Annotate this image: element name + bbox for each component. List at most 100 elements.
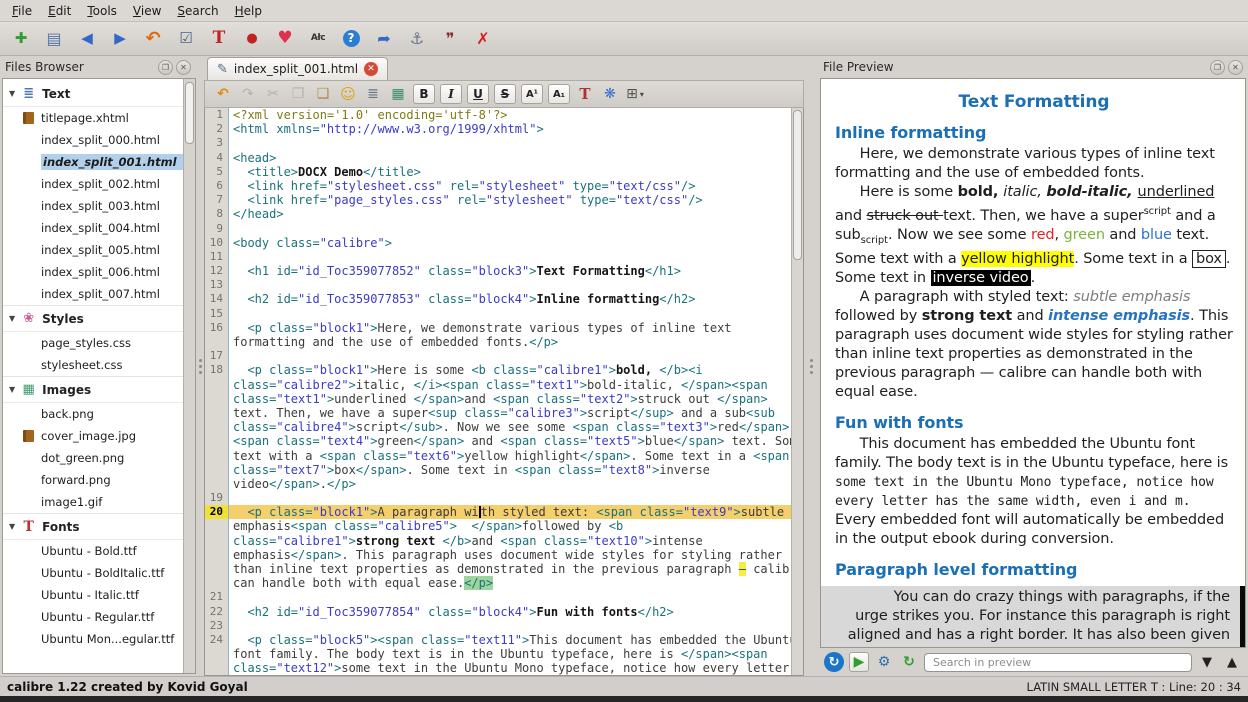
file-item[interactable]: Ubuntu - Bold.ttf [3, 540, 183, 562]
file-preview-close-button[interactable]: ✕ [1228, 60, 1243, 75]
code-row[interactable]: 10<body class="calibre"> [205, 236, 791, 250]
files-tree-scrollbar-thumb[interactable] [185, 82, 194, 144]
insert-table-button[interactable]: ⊞▾ [625, 84, 645, 104]
donate-button[interactable]: ♥ [272, 26, 298, 52]
code-row[interactable]: 12 <h1 id="id_Toc359077852" class="block… [205, 264, 791, 278]
menu-item-view[interactable]: View [125, 1, 169, 21]
file-item[interactable]: image1.gif [3, 491, 183, 513]
files-tree-scrollbar[interactable] [183, 79, 195, 673]
code-row[interactable]: 15 [205, 307, 791, 321]
underline-button[interactable]: U [467, 84, 489, 104]
quotes-button[interactable]: ❞ [437, 26, 463, 52]
refresh-icon[interactable]: ↻ [899, 652, 919, 672]
menu-item-file[interactable]: File [4, 1, 40, 21]
embed-fonts-button[interactable]: T [206, 26, 232, 52]
code-row[interactable]: video</span>.</p> [205, 477, 791, 491]
left-splitter[interactable] [196, 56, 204, 676]
code-row[interactable]: class="text7">box</span>. Some text in <… [205, 463, 791, 477]
code-row[interactable]: 21 [205, 590, 791, 604]
code-row[interactable]: 11 [205, 250, 791, 264]
code-row[interactable]: 5 <title>DOCX Demo</title> [205, 165, 791, 179]
preview-search-input[interactable] [924, 653, 1192, 672]
insert-image-button[interactable]: ▦ [388, 84, 408, 104]
forward-button[interactable]: ▶ [107, 26, 133, 52]
file-preview-float-button[interactable]: ❐ [1210, 60, 1225, 75]
code-row[interactable]: class="calibre2">italic, </i><span class… [205, 378, 791, 392]
file-item[interactable]: index_split_001.html [3, 151, 183, 173]
file-item[interactable]: cover_image.jpg [3, 425, 183, 447]
redo-button[interactable]: ↷ [238, 84, 258, 104]
code-row[interactable]: 2<html xmlns="http://www.w3.org/1999/xht… [205, 122, 791, 136]
menu-item-edit[interactable]: Edit [40, 1, 79, 21]
files-section-header-fonts[interactable]: ▼TFonts [3, 514, 183, 540]
chevron-down-icon[interactable]: ▾ [640, 90, 644, 99]
file-item[interactable]: forward.png [3, 469, 183, 491]
subscript-button[interactable]: A₁ [548, 84, 570, 104]
undo-button[interactable]: ↶ [213, 84, 233, 104]
editor-scrollbar-thumb[interactable] [793, 110, 802, 260]
code-row[interactable]: emphasis</span>. This paragraph uses doc… [205, 548, 791, 562]
code-row[interactable]: emphasis<span class="calibre5"> </span>f… [205, 519, 791, 533]
file-item[interactable]: index_split_006.html [3, 261, 183, 283]
files-browser-float-button[interactable]: ❐ [158, 60, 173, 75]
code-row[interactable]: font family. The body text is in the Ubu… [205, 647, 791, 661]
code-row[interactable]: 3 [205, 136, 791, 150]
anchor-button[interactable]: ⚓ [404, 26, 430, 52]
file-item[interactable]: index_split_007.html [3, 283, 183, 305]
code-row[interactable]: 22 <h2 id="id_Toc359077854" class="block… [205, 605, 791, 619]
code-row[interactable]: class="calibre4">script</sub>. Now we se… [205, 420, 791, 434]
editor-scrollbar[interactable] [791, 108, 803, 675]
strikethrough-button[interactable]: S [494, 84, 516, 104]
file-item[interactable]: back.png [3, 403, 183, 425]
italic-button[interactable]: I [440, 84, 462, 104]
code-row[interactable]: 23 [205, 619, 791, 633]
help-button[interactable]: ? [338, 26, 364, 52]
code-row[interactable]: text. Then, we have a super<sup class="c… [205, 406, 791, 420]
insert-special-button[interactable]: ❋ [600, 84, 620, 104]
file-item[interactable]: index_split_003.html [3, 195, 183, 217]
files-browser-close-button[interactable]: ✕ [176, 60, 191, 75]
code-row[interactable]: 18 <p class="block1">Here is some <b cla… [205, 363, 791, 377]
code-row[interactable]: 9 [205, 222, 791, 236]
code-row[interactable]: 4<head> [205, 151, 791, 165]
menu-item-tools[interactable]: Tools [79, 1, 125, 21]
auto-reload-icon[interactable]: ↻ [824, 652, 844, 672]
code-row[interactable]: class="text1">underlined </span>and <spa… [205, 392, 791, 406]
code-row[interactable]: 20 <p class="block1">A paragraph with st… [205, 505, 791, 519]
editor-tab-close-button[interactable]: ✕ [364, 62, 378, 76]
cut-button[interactable]: ✂ [263, 84, 283, 104]
find-next-icon[interactable]: ▼ [1197, 652, 1217, 672]
code-row[interactable]: 19 [205, 491, 791, 505]
code-row[interactable]: can handle both with equal ease.</p> [205, 576, 791, 590]
file-item[interactable]: Ubuntu - BoldItalic.ttf [3, 562, 183, 584]
code-row[interactable]: 13 [205, 278, 791, 292]
file-item[interactable]: index_split_004.html [3, 217, 183, 239]
paste-button[interactable]: ❏ [313, 84, 333, 104]
debug-tools-icon[interactable]: ⚙ [874, 652, 894, 672]
run-button[interactable]: ▶ [849, 652, 869, 672]
beautify-button[interactable]: ≣ [363, 84, 383, 104]
menu-item-search[interactable]: Search [169, 1, 226, 21]
file-item[interactable]: index_split_005.html [3, 239, 183, 261]
files-section-header-images[interactable]: ▼▦Images [3, 377, 183, 403]
code-row[interactable]: than inline text properties as demonstra… [205, 562, 791, 576]
code-row[interactable]: 17 [205, 349, 791, 363]
delete-file-button[interactable]: ✗ [470, 26, 496, 52]
code-row[interactable]: 14 <h2 id="id_Toc359077853" class="block… [205, 292, 791, 306]
file-item[interactable]: stylesheet.css [3, 354, 183, 376]
file-item[interactable]: Ubuntu - Regular.ttf [3, 606, 183, 628]
code-lines[interactable]: 1<?xml version='1.0' encoding='utf-8'?>2… [205, 108, 791, 675]
bug-report-button[interactable]: ● [239, 26, 265, 52]
back-button[interactable]: ◀ [74, 26, 100, 52]
revert-button[interactable]: ↶ [140, 26, 166, 52]
files-section-header-text[interactable]: ▼≣Text [3, 81, 183, 107]
code-row[interactable]: <span class="text4">green</span> and <sp… [205, 434, 791, 448]
insert-character-button[interactable]: ☺ [338, 84, 358, 104]
editor-tab[interactable]: ✎ index_split_001.html ✕ [207, 57, 388, 80]
code-row[interactable]: class="calibre1">strong text </b>and <sp… [205, 534, 791, 548]
bold-button[interactable]: B [413, 84, 435, 104]
code-editor[interactable]: 1<?xml version='1.0' encoding='utf-8'?>2… [204, 108, 804, 676]
file-item[interactable]: index_split_000.html [3, 129, 183, 151]
code-row[interactable]: 16 <p class="block1">Here, we demonstrat… [205, 321, 791, 335]
file-item[interactable]: titlepage.xhtml [3, 107, 183, 129]
